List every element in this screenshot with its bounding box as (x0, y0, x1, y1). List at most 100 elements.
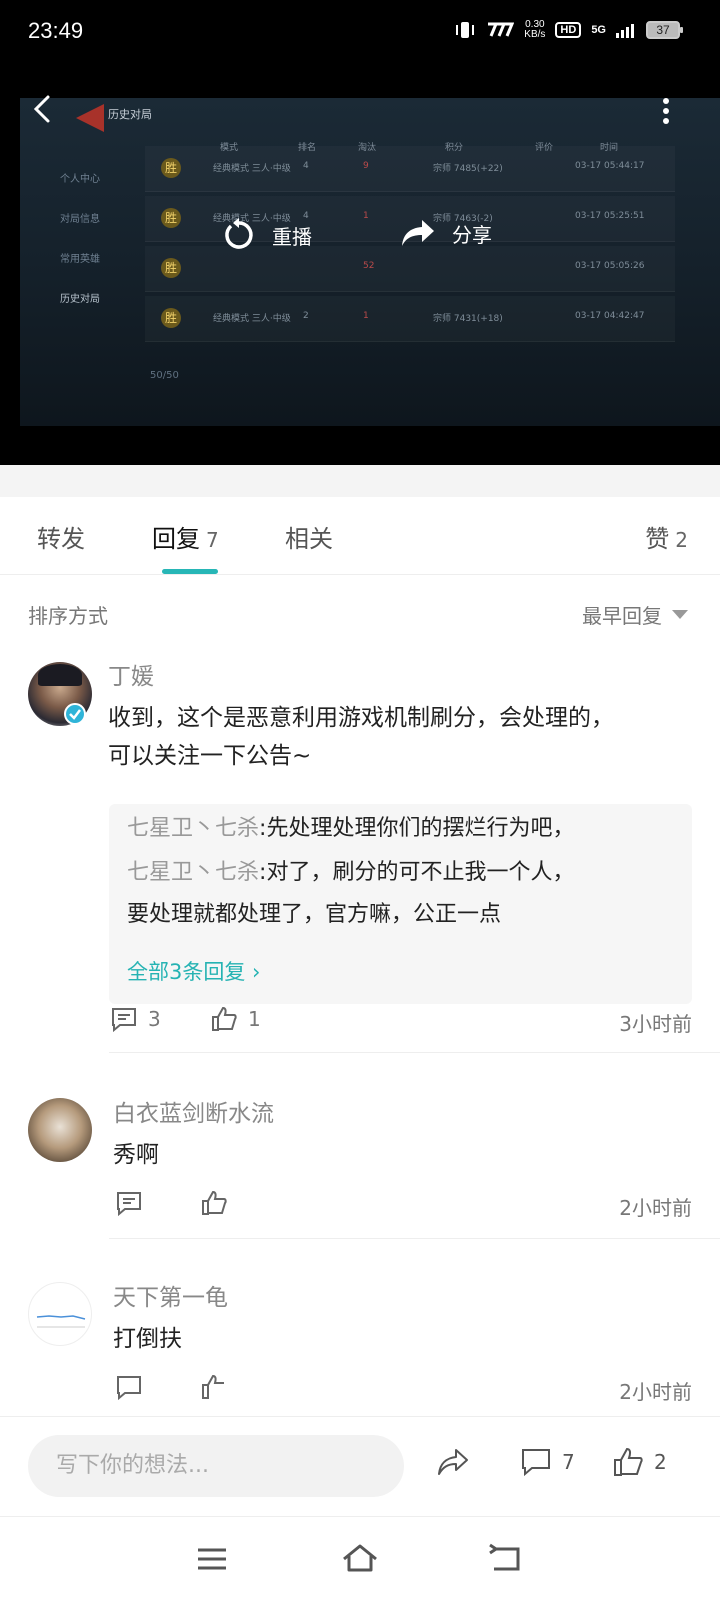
comment-username[interactable]: 丁媛 (108, 657, 154, 691)
game-side-item: 常用英雄 (60, 254, 100, 265)
game-row: 胜 经典模式 三人·中级 2 1 宗师 7431(+18) 03-17 04:4… (145, 296, 675, 342)
signal-label: 5G (591, 24, 606, 36)
back-arrow-icon[interactable] (28, 94, 58, 124)
verified-badge-icon (64, 703, 86, 725)
comment-count: 3 (148, 1007, 161, 1031)
sort-label: 排序方式 (28, 604, 108, 628)
tab-related[interactable]: 相关 (285, 519, 333, 554)
back-icon[interactable] (486, 1539, 526, 1579)
win-badge: 胜 (161, 308, 181, 328)
share-label: 分享 (452, 222, 492, 247)
section-gap (0, 465, 720, 497)
comment-like-button[interactable] (200, 1190, 228, 1216)
thumbs-up-icon (212, 1006, 237, 1031)
reply-text: 先处理处理你们的摆烂行为吧， (266, 816, 575, 841)
share-video-button[interactable]: 分享 (400, 218, 492, 248)
comment-like-button[interactable] (200, 1374, 228, 1400)
game-side-item: 个人中心 (60, 174, 100, 185)
share-icon (438, 1449, 468, 1475)
comment-divider (109, 1238, 720, 1239)
view-all-replies-link[interactable]: 全部3条回复 › (127, 956, 260, 986)
tab-reply-label: 回复 (152, 525, 200, 553)
sort-bar: 排序方式 最早回复 (0, 590, 720, 634)
net-speed: 0.30 KB/s (524, 19, 546, 40)
avatar[interactable] (28, 1098, 92, 1162)
more-menu-icon[interactable] (660, 96, 672, 126)
comment-icon (112, 1008, 136, 1032)
comment-input[interactable]: 写下你的想法... (28, 1435, 404, 1497)
comment-username[interactable]: 天下第一龟 (113, 1278, 228, 1312)
comment-icon (117, 1192, 141, 1216)
dropdown-caret-icon (672, 610, 688, 619)
game-logo-icon (76, 104, 104, 132)
status-icons: 0.30 KB/s HD 5G 37 (454, 19, 683, 40)
replay-label: 重播 (272, 224, 312, 249)
thumbs-up-icon (614, 1447, 643, 1476)
thumbs-up-icon (202, 1374, 224, 1399)
comment-username[interactable]: 白衣蓝剑断水流 (113, 1094, 274, 1128)
avatar[interactable] (28, 1282, 92, 1346)
comment-time: 3小时前 (619, 1012, 692, 1036)
tab-reply[interactable]: 回复 7 (152, 519, 219, 554)
comment-icon (522, 1449, 550, 1477)
game-side-item: 对局信息 (60, 214, 100, 225)
signal-bars-icon (616, 24, 634, 38)
hd-badge: HD (555, 22, 582, 38)
reply-username: 七星卫丶七杀 (127, 816, 260, 841)
tab-bar: 转发 回复 7 相关 赞2 (0, 497, 720, 575)
comments-total: 7 (562, 1450, 575, 1474)
comment-like-button[interactable]: 1 (210, 1006, 261, 1032)
win-badge: 胜 (161, 158, 181, 178)
comment-time: 2小时前 (619, 1380, 692, 1404)
comment-icon (117, 1376, 141, 1400)
comment-reply-button[interactable] (115, 1374, 143, 1400)
comment-time: 2小时前 (619, 1196, 692, 1220)
status-bar: 23:49 0.30 KB/s HD 5G 37 (0, 0, 720, 70)
vibrate-icon (456, 22, 475, 38)
reply-text-continued: 要处理就都处理了，官方嘛，公正一点 (127, 902, 502, 927)
replay-icon (225, 218, 253, 249)
win-badge: 胜 (161, 208, 181, 228)
like-button[interactable]: 2 (612, 1447, 667, 1477)
reply-preview-line: 七星卫丶七杀:对了，刷分的可不止我一个人， (127, 860, 575, 885)
thumbs-up-icon (202, 1190, 227, 1215)
tab-forward[interactable]: 转发 (37, 519, 85, 554)
battery-icon: 37 (646, 21, 683, 39)
like-count: 1 (248, 1007, 261, 1031)
home-icon[interactable] (340, 1539, 380, 1579)
menu-icon[interactable] (192, 1539, 232, 1579)
reply-preview-box[interactable]: 七星卫丶七杀:先处理处理你们的摆烂行为吧， 七星卫丶七杀:对了，刷分的可不止我一… (109, 804, 692, 1004)
sort-value: 最早回复 (582, 604, 662, 628)
comment-input-bar: 写下你的想法... 7 2 (0, 1416, 720, 1516)
tab-reply-count: 7 (206, 528, 219, 552)
comment-divider (109, 1052, 720, 1053)
video-frame: 历史对局 个人中心 对局信息 常用英雄 历史对局 模式 排名 淘汰 积分 评价 … (20, 98, 720, 426)
reply-text: 对了，刷分的可不止我一个人， (266, 860, 575, 885)
video-player[interactable]: 历史对局 个人中心 对局信息 常用英雄 历史对局 模式 排名 淘汰 积分 评价 … (0, 70, 720, 465)
game-row: 胜 经典模式 三人·中级 4 9 宗师 7485(+22) 03-17 05:4… (145, 146, 675, 192)
comment-reply-button[interactable]: 3 (110, 1006, 161, 1032)
game-row: 胜 52 03-17 05:05:26 (145, 246, 675, 292)
comment-text: 打倒扶 (113, 1326, 182, 1352)
reply-preview-line: 七星卫丶七杀:先处理处理你们的摆烂行为吧， (127, 816, 575, 841)
tab-like-count: 2 (675, 528, 688, 552)
network-icon (488, 22, 515, 37)
comment-text: 秀啊 (113, 1142, 159, 1168)
replay-button[interactable]: 重播 (222, 218, 312, 252)
share-arrow-icon (402, 220, 434, 246)
share-button[interactable] (436, 1447, 470, 1477)
comment-text: 收到，这个是恶意利用游戏机制刷分，会处理的， (108, 705, 614, 731)
active-tab-indicator (162, 569, 218, 574)
tab-like[interactable]: 赞2 (645, 519, 688, 554)
video-game-title: 历史对局 (108, 108, 152, 121)
status-time: 23:49 (28, 18, 84, 43)
comments-button[interactable]: 7 (520, 1447, 575, 1477)
comment-reply-button[interactable] (115, 1190, 143, 1216)
game-side-item: 历史对局 (60, 294, 100, 305)
sort-dropdown[interactable]: 最早回复 (582, 600, 688, 629)
game-page-count: 50/50 (150, 370, 179, 381)
win-badge: 胜 (161, 258, 181, 278)
comment-text: 可以关注一下公告~ (108, 743, 312, 769)
likes-total: 2 (654, 1450, 667, 1474)
system-nav-bar (0, 1516, 720, 1600)
